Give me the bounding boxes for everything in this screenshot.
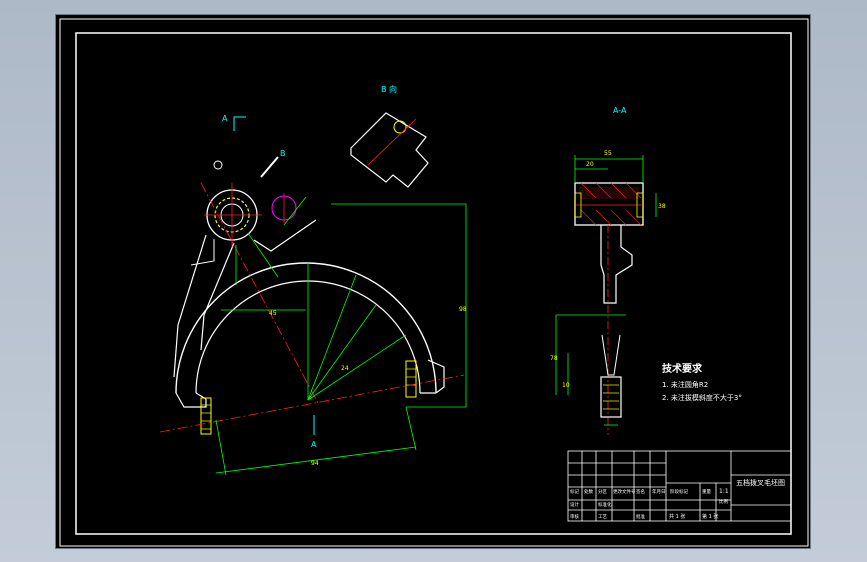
tech-req-1: 1. 未注圆角R2 (662, 380, 708, 389)
dim-small2-text: 24 (341, 365, 349, 372)
right-pad-insert (405, 360, 417, 398)
tb-cell-change: 更改文件号 (613, 488, 636, 495)
dim-section-total-text: 38 (658, 203, 666, 210)
view-b-outline (350, 112, 429, 188)
section-pad (600, 376, 622, 418)
dim-section-left-text: 78 (550, 355, 558, 362)
tb-cell-sign: 签名 (636, 488, 645, 495)
dim-base-text: 94 (311, 460, 319, 467)
main-view: A A B 98 94 45 24 (159, 114, 467, 476)
section-title: A-A (613, 106, 627, 115)
title-block-drawing-title: 五档拨叉毛坯图 (736, 478, 785, 487)
section-stem (600, 225, 633, 304)
tb-cell-count: 处数 (584, 488, 593, 495)
tb-cell-zone: 分区 (598, 488, 607, 495)
outer-sheet-border (59, 18, 809, 547)
view-b-arrow (260, 156, 279, 178)
dim-height-text: 98 (459, 306, 467, 313)
technical-requirements: 技术要求 1. 未注圆角R2 2. 未注拔模斜度不大于3° (662, 362, 742, 402)
centerline-diag (200, 182, 319, 404)
dim-section-width-text: 55 (604, 150, 612, 157)
section-marker-top (233, 116, 246, 131)
fork-outer-arc (175, 262, 437, 394)
drawing-viewport[interactable]: A A B 98 94 45 24 B 向 A-A 55 20 38 78 10… (55, 14, 811, 549)
tb-cell-standard: 标准化 (598, 501, 612, 508)
view-b-label: B (280, 149, 286, 158)
section-label-a-bottom: A (311, 440, 317, 449)
tech-req-title: 技术要求 (662, 362, 703, 375)
dim-height-box (331, 203, 467, 408)
dim-small1-text: 45 (269, 310, 277, 317)
dim-section-pad-text: 10 (562, 382, 570, 389)
tb-cell-date: 年月日 (652, 488, 666, 495)
tb-cell-review: 审核 (570, 513, 579, 520)
fork-arm (173, 219, 317, 378)
tb-cell-mark: 标记 (570, 488, 579, 495)
section-label-a-top: A (222, 114, 228, 123)
tb-cell-weight: 重量 (702, 488, 711, 495)
tb-cell-ratio: 比例 (719, 498, 728, 505)
tech-req-2: 2. 未注拔模斜度不大于3° (662, 393, 742, 402)
tb-cell-design: 设计 (570, 501, 579, 508)
tb-cell-approve: 批准 (636, 513, 645, 520)
tb-cell-process: 工艺 (598, 514, 607, 520)
title-block-sheet: 第 1 张 (702, 513, 718, 520)
view-b: B 向 (350, 84, 429, 188)
inner-frame-border (75, 32, 792, 535)
dim-section-hub-text: 20 (586, 161, 594, 168)
section-a-a: A-A 55 20 38 78 10 (550, 106, 666, 435)
tb-cell-stage: 阶段标记 (670, 488, 688, 495)
view-b-title: B 向 (381, 84, 397, 94)
title-block-scale: 1:1 (719, 488, 729, 495)
cad-drawing-canvas[interactable]: A A B 98 94 45 24 B 向 A-A 55 20 38 78 10… (56, 15, 812, 550)
title-block-sheets: 共 1 张 (669, 513, 685, 520)
